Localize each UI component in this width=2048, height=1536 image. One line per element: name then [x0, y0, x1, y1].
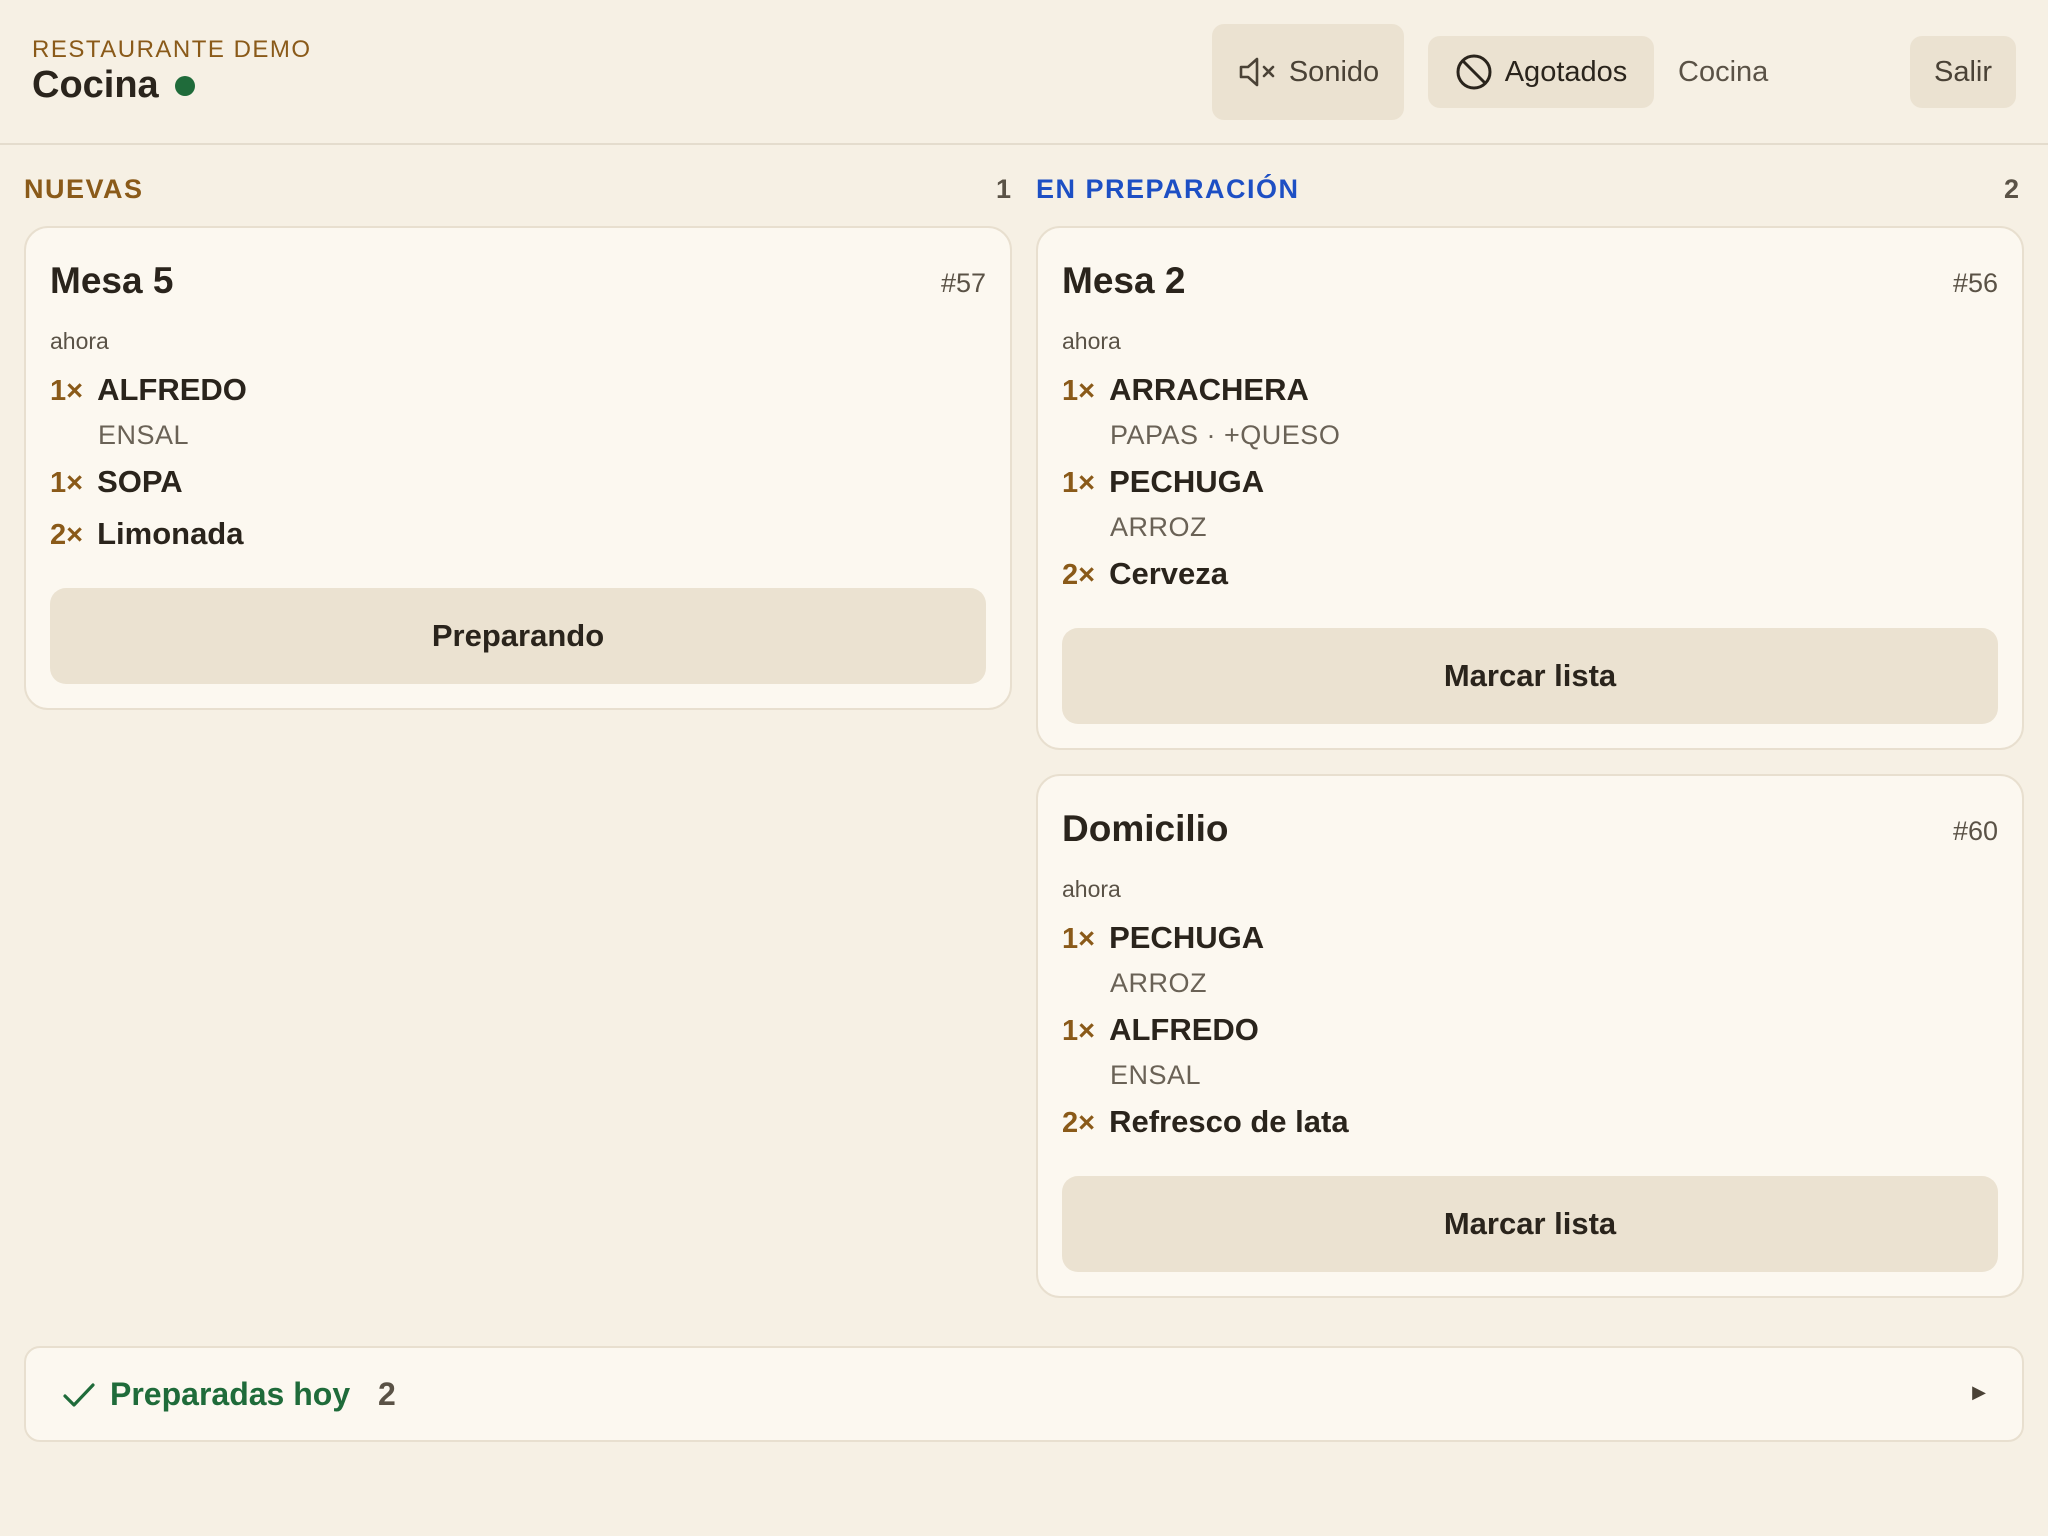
sound-toggle-button[interactable]: Sonido	[1212, 24, 1404, 120]
line-item: ALFREDO	[1109, 1012, 1259, 1047]
order-card: Domicilio #60 ahora 1× PECHUGA ARROZ 1× …	[1036, 774, 2024, 1298]
mark-ready-button[interactable]: Marcar lista	[1062, 628, 1998, 724]
exit-button[interactable]: Salir	[1910, 36, 2016, 108]
station-selector[interactable]: Cocina	[1678, 56, 1768, 89]
page-title-text: Cocina	[32, 64, 159, 106]
column-preparing-title: EN PREPARACIÓN	[1036, 174, 1300, 204]
check-icon	[63, 1383, 95, 1407]
line-modifiers: ENSAL	[1110, 1060, 1202, 1090]
order-time: ahora	[1062, 876, 1121, 902]
column-new-count: 1	[996, 174, 1012, 204]
order-time: ahora	[50, 328, 109, 354]
column-new-title: NUEVAS	[24, 174, 144, 204]
order-line: 1× PECHUGA	[1062, 920, 1264, 956]
order-time: ahora	[1062, 328, 1121, 354]
start-preparing-button[interactable]: Preparando	[50, 588, 986, 684]
order-card: Mesa 5 #57 ahora 1× ALFREDO ENSAL 1× SOP…	[24, 226, 1012, 710]
line-qty: 2×	[1062, 1107, 1096, 1139]
line-qty: 1×	[50, 467, 84, 499]
line-item: Refresco de lata	[1109, 1104, 1349, 1139]
order-number: #56	[1952, 268, 1998, 298]
line-qty: 1×	[1062, 375, 1096, 407]
order-line: 1× SOPA	[50, 464, 183, 500]
line-item: ALFREDO	[97, 372, 247, 407]
order-number: #57	[940, 268, 986, 298]
line-item: SOPA	[97, 464, 183, 499]
done-today-toggle[interactable]: Preparadas hoy 2 ▶	[24, 1346, 2024, 1442]
line-qty: 1×	[50, 375, 84, 407]
done-today-label: Preparadas hoy	[110, 1376, 351, 1412]
blocked-icon	[1456, 54, 1492, 90]
order-line: 2× Cerveza	[1062, 556, 1228, 592]
line-modifiers: ARROZ	[1110, 968, 1207, 998]
line-modifiers: ENSAL	[98, 420, 190, 450]
line-item: Limonada	[97, 516, 244, 551]
line-item: PECHUGA	[1109, 920, 1265, 955]
top-bar: RESTAURANTE DEMO Cocina Sonido Agotados …	[0, 0, 2048, 145]
order-line: 1× ARRACHERA	[1062, 372, 1309, 408]
line-item: Cerveza	[1109, 556, 1228, 591]
sold-out-button[interactable]: Agotados	[1428, 36, 1654, 108]
line-qty: 1×	[1062, 1015, 1096, 1047]
line-qty: 2×	[50, 519, 84, 551]
sound-label: Sonido	[1288, 55, 1380, 88]
sold-out-label: Agotados	[1504, 55, 1628, 88]
order-card: Mesa 2 #56 ahora 1× ARRACHERA PAPAS · +Q…	[1036, 226, 2024, 750]
order-line: 2× Limonada	[50, 516, 243, 552]
line-qty: 1×	[1062, 467, 1096, 499]
line-modifiers: PAPAS · +QUESO	[1110, 420, 1341, 450]
connection-status-dot	[174, 75, 195, 96]
line-qty: 1×	[1062, 923, 1096, 955]
order-line: 2× Refresco de lata	[1062, 1104, 1349, 1140]
restaurant-name: RESTAURANTE DEMO	[32, 36, 312, 63]
order-line: 1× ALFREDO	[50, 372, 247, 408]
done-today-count: 2	[378, 1376, 396, 1412]
order-title: Mesa 5	[50, 260, 174, 301]
order-line: 1× ALFREDO	[1062, 1012, 1259, 1048]
page-title: Cocina	[32, 64, 195, 107]
speaker-muted-icon	[1239, 57, 1275, 87]
line-item: ARRACHERA	[1109, 372, 1309, 407]
order-title: Domicilio	[1062, 808, 1229, 849]
line-qty: 2×	[1062, 559, 1096, 591]
mark-ready-button[interactable]: Marcar lista	[1062, 1176, 1998, 1272]
order-line: 1× PECHUGA	[1062, 464, 1264, 500]
order-number: #60	[1952, 816, 1998, 846]
expand-arrow-icon: ▶	[1972, 1382, 1986, 1402]
column-preparing-count: 2	[2004, 174, 2020, 204]
line-item: PECHUGA	[1109, 464, 1265, 499]
order-title: Mesa 2	[1062, 260, 1186, 301]
line-modifiers: ARROZ	[1110, 512, 1207, 542]
